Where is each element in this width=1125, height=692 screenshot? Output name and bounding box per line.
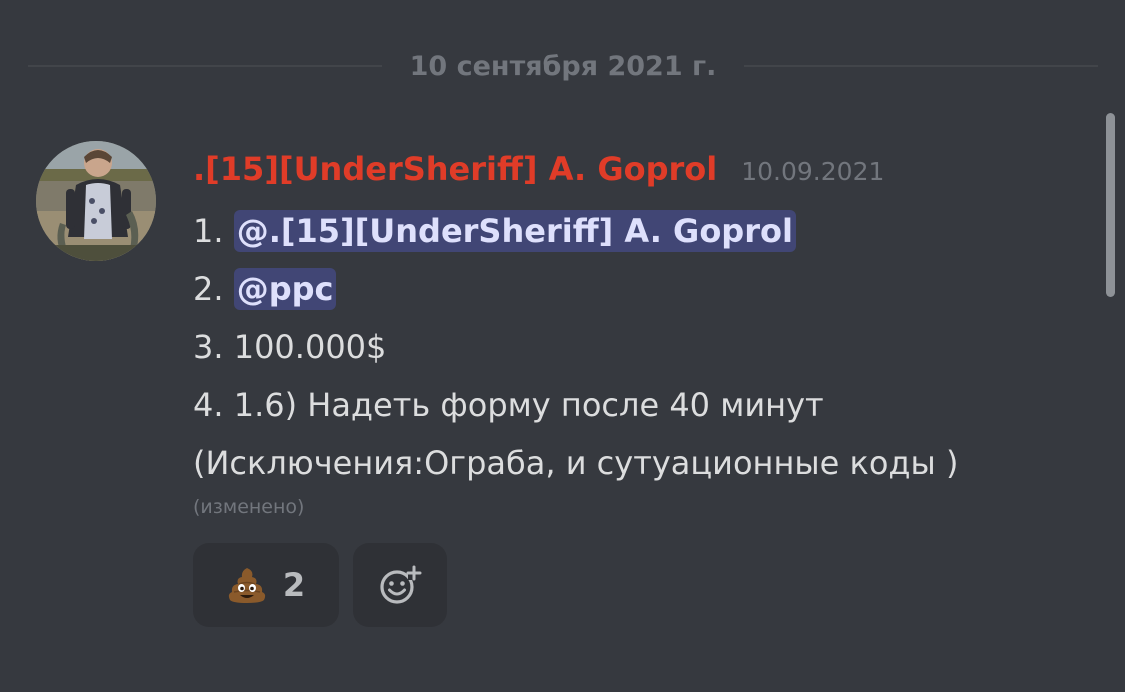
reaction-poop[interactable]: 2 — [193, 543, 339, 627]
line-prefix: 2. — [193, 270, 234, 308]
date-divider: 10 сентября 2021 г. — [28, 46, 1099, 86]
message: .[15][UnderSheriff] A. Goprol 10.09.2021… — [193, 150, 1093, 522]
message-line-1: 1. @.[15][UnderSheriff] A. Goprol — [193, 202, 1093, 260]
add-reaction-icon — [380, 565, 422, 604]
message-line-3: 3. 100.000$ — [193, 328, 387, 366]
message-line-2: 2. @ppc — [193, 260, 1093, 318]
poop-emoji-icon — [228, 568, 265, 603]
avatar[interactable] — [36, 141, 156, 261]
add-reaction-button[interactable] — [353, 543, 447, 627]
message-timestamp: 10.09.2021 — [741, 157, 885, 186]
divider-line-right — [744, 65, 1099, 67]
date-divider-label: 10 сентября 2021 г. — [409, 50, 717, 82]
message-header: .[15][UnderSheriff] A. Goprol 10.09.2021 — [193, 150, 1093, 202]
line-prefix: 1. — [193, 212, 234, 250]
message-line-4: 4. 1.6) Надеть форму после 40 минут — [193, 386, 824, 424]
reactions-bar: 2 — [193, 543, 447, 627]
role-mention[interactable]: @ppc — [233, 268, 337, 310]
author-name[interactable]: .[15][UnderSheriff] A. Goprol — [193, 150, 717, 188]
edited-label: (изменено) — [193, 496, 305, 518]
divider-line-left — [28, 65, 382, 67]
reaction-count: 2 — [282, 566, 306, 604]
message-line-5: (Исключения:Ограба, и сутуационные коды … — [193, 444, 959, 482]
avatar-image — [36, 141, 156, 261]
scrollbar-thumb[interactable] — [1106, 113, 1115, 297]
user-mention[interactable]: @.[15][UnderSheriff] A. Goprol — [233, 210, 796, 252]
